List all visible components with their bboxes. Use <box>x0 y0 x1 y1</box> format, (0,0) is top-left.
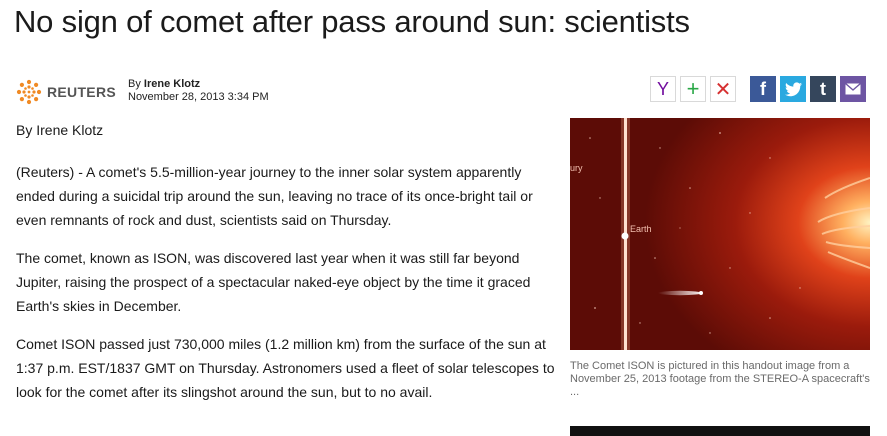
tumblr-share-button[interactable]: t <box>810 76 836 102</box>
publish-date: November 28, 2013 3:34 PM <box>128 91 269 103</box>
photo-caption: The Comet ISON is pictured in this hando… <box>570 360 870 398</box>
facebook-share-button[interactable]: f <box>750 76 776 102</box>
close-button[interactable]: ✕ <box>710 76 736 102</box>
tumblr-icon: t <box>820 78 826 99</box>
twitter-icon <box>784 81 802 96</box>
reuters-wordmark: REUTERS <box>47 84 116 100</box>
byline: By Irene Klotz <box>128 78 269 91</box>
twitter-share-button[interactable] <box>780 76 806 102</box>
comet-photo[interactable]: Earth ury <box>570 118 870 350</box>
share-bar: Y + ✕ f t <box>650 76 866 102</box>
article-author-line: By Irene Klotz <box>16 122 104 138</box>
headline: No sign of comet after pass around sun: … <box>14 4 690 39</box>
facebook-icon: f <box>760 78 766 99</box>
article-figure: Earth ury The Comet ISON is pictured in … <box>570 118 870 399</box>
yahoo-share-button[interactable]: Y <box>650 76 676 102</box>
mercury-image-label: ury <box>570 163 583 173</box>
share-spacer <box>740 76 746 102</box>
byline-author[interactable]: Irene Klotz <box>144 78 200 90</box>
email-share-button[interactable] <box>840 76 866 102</box>
next-media-preview[interactable] <box>570 426 870 436</box>
byline-bar: REUTERS By Irene Klotz November 28, 2013… <box>16 74 876 105</box>
article-paragraph-2: The comet, known as ISON, was discovered… <box>16 250 531 314</box>
email-icon <box>845 83 861 95</box>
byline-meta: By Irene Klotz November 28, 2013 3:34 PM <box>128 78 269 104</box>
add-button[interactable]: + <box>680 76 706 102</box>
reuters-logo[interactable]: REUTERS <box>16 79 116 105</box>
reuters-logo-icon <box>16 79 42 105</box>
article-paragraph-1: (Reuters) - A comet's 5.5-million-year j… <box>16 164 533 228</box>
article-body: By Irene Klotz (Reuters) - A comet's 5.5… <box>16 118 564 418</box>
earth-image-label: Earth <box>630 224 652 234</box>
plus-icon: + <box>686 76 700 101</box>
close-icon: ✕ <box>714 78 732 101</box>
yahoo-icon: Y <box>656 78 669 99</box>
article-paragraph-3: Comet ISON passed just 730,000 miles (1.… <box>16 336 555 400</box>
byline-prefix: By <box>128 78 141 90</box>
